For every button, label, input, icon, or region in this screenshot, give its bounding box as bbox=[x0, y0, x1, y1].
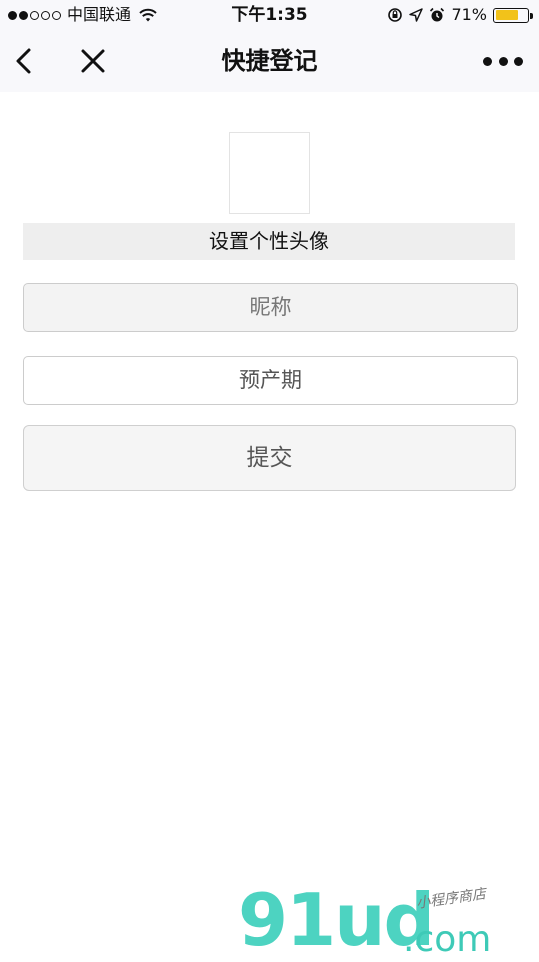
battery-icon bbox=[493, 7, 533, 23]
watermark-logo: 91ud .com 小程序商店 bbox=[238, 880, 538, 960]
more-dot bbox=[514, 56, 523, 66]
page-title: 快捷登记 bbox=[221, 47, 318, 75]
more-dot bbox=[483, 56, 492, 66]
nickname-input[interactable]: 昵称 bbox=[23, 283, 518, 332]
battery-percent: 71% bbox=[451, 5, 487, 24]
set-avatar-button[interactable]: 设置个性头像 bbox=[23, 223, 515, 260]
more-dots-icon[interactable] bbox=[483, 50, 523, 72]
more-dot bbox=[498, 56, 508, 66]
avatar-image[interactable] bbox=[229, 132, 310, 214]
status-bar: 中国联通 下午1:35 71% bbox=[0, 0, 539, 30]
battery-level bbox=[495, 10, 518, 20]
location-icon bbox=[409, 8, 424, 22]
orientation-lock-icon bbox=[388, 8, 403, 22]
due-date-input[interactable]: 预产期 bbox=[23, 356, 518, 405]
battery-cap bbox=[530, 12, 533, 19]
status-right: 71% bbox=[387, 0, 533, 30]
submit-button[interactable]: 提交 bbox=[23, 425, 516, 491]
alarm-icon bbox=[430, 7, 445, 22]
watermark-suffix: .com bbox=[403, 919, 492, 960]
nav-bar: 快捷登记 bbox=[0, 30, 539, 92]
